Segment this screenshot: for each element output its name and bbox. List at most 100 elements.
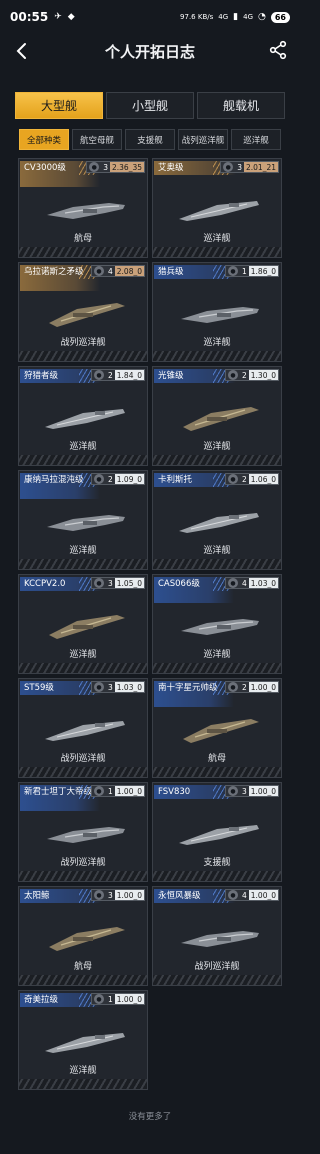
- signal-2: 4G: [243, 13, 253, 21]
- ship-version: 1.00_0: [114, 890, 144, 900]
- ship-card[interactable]: 光锥级 ● 2 1.30_0 巡洋舰: [152, 366, 282, 466]
- tab-small-ships[interactable]: 小型舰: [106, 92, 194, 119]
- share-icon[interactable]: [268, 40, 288, 60]
- bottom-stripe: [153, 247, 281, 257]
- ship-image: [43, 1021, 127, 1059]
- tab-large-ships[interactable]: 大型舰: [15, 92, 103, 119]
- pilot-icon: ●: [93, 682, 104, 692]
- subtab-battlecruiser[interactable]: 战列巡洋舰: [178, 129, 228, 150]
- ship-badge: ● 2 1.30_0: [224, 369, 279, 381]
- pilot-icon: ●: [227, 578, 238, 588]
- bottom-stripe: [153, 351, 281, 361]
- ship-card[interactable]: 南十字星元帅级 ● 2 1.00_0 航母: [152, 678, 282, 778]
- ship-image: [43, 605, 127, 643]
- status-right: 97.6 KB/s 4G ▮ 4G ◔ 66: [180, 11, 290, 23]
- ship-card[interactable]: 狩猎者级 ● 2 1.84_0 巡洋舰: [18, 366, 148, 466]
- ship-card[interactable]: 猎兵级 ● 1 1.86_0 巡洋舰: [152, 262, 282, 362]
- pilot-icon: ●: [93, 474, 104, 484]
- ship-grid: CV3000级 ● 3 2.36_35 航母 艾奥级 ● 3 2.01_21 巡洋舰 乌拉诺斯之矛级…: [18, 158, 282, 1090]
- ship-version: 1.00_0: [248, 890, 278, 900]
- ship-count: 3: [241, 786, 247, 796]
- ship-card[interactable]: FSV830 ● 3 1.00_0 支援舰: [152, 782, 282, 882]
- ship-version: 1.00_0: [248, 682, 278, 692]
- tab-carrier-aircraft[interactable]: 舰载机: [197, 92, 285, 119]
- ship-count: 4: [107, 266, 113, 276]
- ship-badge: ● 3 2.36_35: [86, 161, 145, 173]
- ship-image: [177, 397, 261, 435]
- ship-type: 巡洋舰: [69, 650, 97, 660]
- ship-image: [43, 397, 127, 435]
- ship-count: 3: [103, 162, 108, 172]
- ship-card[interactable]: 乌拉诺斯之矛级 ● 4 2.08_0 战列巡洋舰: [18, 262, 148, 362]
- ship-badge: ● 2 1.06_0: [224, 473, 279, 485]
- ship-count: 2: [241, 474, 247, 484]
- pilot-icon: ●: [93, 266, 104, 276]
- ship-card[interactable]: CV3000级 ● 3 2.36_35 航母: [18, 158, 148, 258]
- bottom-stripe: [153, 663, 281, 673]
- ship-image: [43, 917, 127, 955]
- subtab-cruiser[interactable]: 巡洋舰: [231, 129, 281, 150]
- ship-badge: ● 4 2.08_0: [90, 265, 145, 277]
- bottom-stripe: [19, 663, 147, 673]
- bottom-stripe: [19, 975, 147, 985]
- pilot-icon: ●: [227, 370, 238, 380]
- bottom-stripe: [19, 871, 147, 881]
- bottom-stripe: [19, 351, 147, 361]
- ship-badge: ● 3 1.03_0: [90, 681, 145, 693]
- pilot-icon: ●: [227, 890, 238, 900]
- ship-card[interactable]: CAS066级 ● 4 1.03_0 巡洋舰: [152, 574, 282, 674]
- ship-badge: ● 1 1.86_0: [224, 265, 279, 277]
- status-time: 00:55: [10, 10, 49, 24]
- bottom-stripe: [153, 767, 281, 777]
- ship-card[interactable]: 新君士坦丁大帝级 ● 1 1.00_0 战列巡洋舰: [18, 782, 148, 882]
- ship-image: [177, 709, 261, 747]
- ship-version: 1.06_0: [248, 474, 278, 484]
- pilot-icon: ●: [227, 266, 238, 276]
- battery-indicator: 66: [270, 11, 290, 23]
- ship-version: 2.08_0: [114, 266, 144, 276]
- ship-type: 巡洋舰: [203, 442, 231, 452]
- ship-image: [43, 189, 127, 227]
- ship-type: 航母: [73, 962, 92, 972]
- ship-count: 3: [107, 578, 113, 588]
- ship-badge: ● 3 1.05_0: [90, 577, 145, 589]
- no-more-text: 没有更多了: [128, 1112, 172, 1122]
- bottom-stripe: [19, 455, 147, 465]
- ship-image: [177, 813, 261, 851]
- bottom-stripe: [153, 559, 281, 569]
- ship-type: 战列巡洋舰: [194, 962, 240, 972]
- ship-type: 巡洋舰: [203, 338, 231, 348]
- pilot-icon: ●: [227, 786, 238, 796]
- ship-card[interactable]: 卡利斯托 ● 2 1.06_0 巡洋舰: [152, 470, 282, 570]
- subtab-support[interactable]: 支援舰: [125, 129, 175, 150]
- ship-version: 1.84_0: [114, 370, 144, 380]
- ship-version: 2.01_21: [244, 162, 278, 172]
- status-left: 00:55 ✈ ◆: [10, 10, 75, 24]
- notification-icon: ✈: [54, 11, 62, 22]
- ship-count: 3: [237, 162, 242, 172]
- ship-card[interactable]: 太阳鲸 ● 3 1.00_0 航母: [18, 886, 148, 986]
- ship-card[interactable]: KCCPV2.0 ● 3 1.05_0 巡洋舰: [18, 574, 148, 674]
- ship-image: [177, 293, 261, 331]
- ship-badge: ● 2 1.09_0: [90, 473, 145, 485]
- ship-image: [43, 813, 127, 851]
- bottom-stripe: [153, 455, 281, 465]
- ship-version: 1.00_0: [114, 786, 144, 796]
- subtab-all[interactable]: 全部种类: [19, 129, 69, 150]
- ship-card[interactable]: 康纳马拉混沌级 ● 2 1.09_0 巡洋舰: [18, 470, 148, 570]
- ship-badge: ● 2 1.84_0: [90, 369, 145, 381]
- pilot-icon: ●: [93, 578, 104, 588]
- ship-type: 战列巡洋舰: [60, 338, 106, 348]
- ship-card[interactable]: 艾奥级 ● 3 2.01_21 巡洋舰: [152, 158, 282, 258]
- subtab-carrier[interactable]: 航空母舰: [72, 129, 122, 150]
- ship-image: [177, 917, 261, 955]
- ship-card[interactable]: 奇美拉级 ● 1 1.00_0 巡洋舰: [18, 990, 148, 1090]
- bottom-stripe: [19, 247, 147, 257]
- ship-version: 1.03_0: [248, 578, 278, 588]
- back-arrow-icon[interactable]: [12, 41, 32, 61]
- pilot-icon: ●: [227, 474, 238, 484]
- ship-card[interactable]: ST59级 ● 3 1.03_0 战列巡洋舰: [18, 678, 148, 778]
- ship-card[interactable]: 永恒风暴级 ● 4 1.00_0 战列巡洋舰: [152, 886, 282, 986]
- ship-version: 1.86_0: [248, 266, 278, 276]
- ship-count: 3: [107, 682, 113, 692]
